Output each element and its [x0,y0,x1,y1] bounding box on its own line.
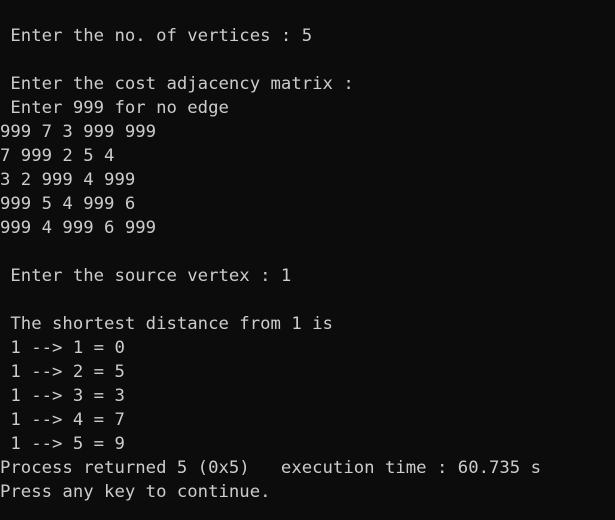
prompt-no-edge-hint: Enter 999 for no edge [0,98,229,118]
result-row: 1 --> 4 = 7 [0,410,125,430]
result-row: 1 --> 5 = 9 [0,434,125,454]
matrix-row: 999 5 4 999 6 [0,194,136,214]
result-row: 1 --> 1 = 0 [0,338,125,358]
prompt-cost-matrix: Enter the cost adjacency matrix : [0,74,354,94]
prompt-vertices: Enter the no. of vertices : 5 [0,26,313,46]
matrix-row: 999 7 3 999 999 [0,122,157,142]
result-heading: The shortest distance from 1 is [0,314,333,334]
matrix-row: 3 2 999 4 999 [0,170,136,190]
matrix-row: 7 999 2 5 4 [0,146,115,166]
press-any-key-prompt: Press any key to continue. [0,482,271,502]
result-row: 1 --> 2 = 5 [0,362,125,382]
matrix-row: 999 4 999 6 999 [0,218,157,238]
result-row: 1 --> 3 = 3 [0,386,125,406]
prompt-source-vertex: Enter the source vertex : 1 [0,266,292,286]
process-returned-status: Process returned 5 (0x5) execution time … [0,458,542,478]
console-output: Enter the no. of vertices : 5 Enter the … [0,0,615,520]
